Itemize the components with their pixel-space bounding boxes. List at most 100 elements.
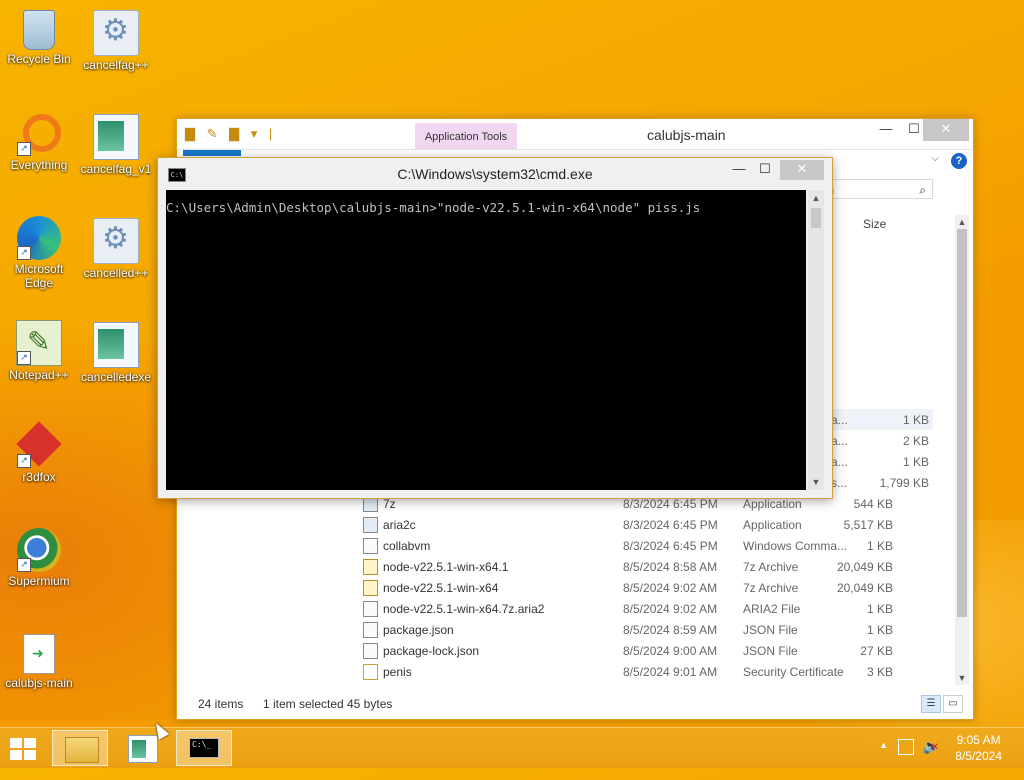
desktop-icon-label: Recycle Bin <box>7 52 71 66</box>
scroll-down-icon[interactable]: ▼ <box>808 474 824 490</box>
file-size: 1 KB <box>866 539 893 553</box>
file-name: node-v22.5.1-win-x64.1 <box>383 560 509 574</box>
desktop-icon-label: cancelled++ <box>83 266 149 280</box>
desktop-icon-r3dfox[interactable]: ↗ r3dfox <box>1 424 77 484</box>
status-item-count: 24 items <box>198 697 244 711</box>
file-name: node-v22.5.1-win-x64 <box>383 581 499 595</box>
table-row[interactable]: node-v22.5.1-win-x64.1 8/5/2024 8:58 AM … <box>177 556 937 577</box>
close-button[interactable]: ✕ <box>923 119 969 141</box>
tab-application-tools[interactable]: Application Tools <box>415 123 517 149</box>
cmd-icon: C:\_ <box>189 738 219 758</box>
file-name: node-v22.5.1-win-x64.7z.aria2 <box>383 602 545 616</box>
windows-logo-icon <box>10 738 22 748</box>
file-tab[interactable] <box>183 150 241 156</box>
desktop-icon-cancelfag-pp[interactable]: cancelfag++ <box>78 10 154 72</box>
large-icons-view-icon[interactable]: ▭ <box>943 695 963 713</box>
list-item[interactable]: a... 1 KB <box>829 409 933 430</box>
taskbar-cmd[interactable]: C:\_ <box>176 730 232 766</box>
file-date: 8/5/2024 9:00 AM <box>623 644 718 658</box>
vertical-scrollbar[interactable]: ▲ ▼ <box>808 190 824 490</box>
cmd-window[interactable]: C:\ C:\Windows\system32\cmd.exe — ☐ ✕ C:… <box>157 157 833 499</box>
taskbar-file-explorer[interactable] <box>52 730 108 766</box>
windows-logo-icon <box>24 738 36 748</box>
explorer-titlebar[interactable]: ▇ ✎ ▇ ▾ | Application Tools calubjs-main… <box>177 119 973 150</box>
cmd-titlebar[interactable]: C:\ C:\Windows\system32\cmd.exe — ☐ ✕ <box>158 158 832 188</box>
desktop-icon-cancelfag-v1[interactable]: cancelfag_v1 <box>78 114 154 176</box>
scroll-up-icon[interactable]: ▲ <box>955 215 969 229</box>
file-name: package-lock.json <box>383 644 480 658</box>
vertical-scrollbar[interactable]: ▲ ▼ <box>955 215 969 685</box>
maximize-button[interactable]: ☐ <box>750 160 780 180</box>
table-row[interactable]: collabvm 8/3/2024 6:45 PM Windows Comma.… <box>177 535 937 556</box>
file-type: Windows Comma... <box>743 539 848 553</box>
desktop-icon-label: Microsoft Edge <box>14 262 64 290</box>
chevron-down-icon[interactable]: ⌵ <box>931 153 939 164</box>
desktop-icon-label: Notepad++ <box>9 368 69 382</box>
system-tray: ▲ 🔈 ✕ 9:05 AM 8/5/2024 <box>824 728 1024 768</box>
file-icon <box>363 622 378 638</box>
file-icon <box>363 601 378 617</box>
column-header-size[interactable]: Size <box>863 217 886 231</box>
scroll-up-icon[interactable]: ▲ <box>808 190 824 206</box>
desktop-icon-label: Supermium <box>8 574 70 588</box>
network-icon[interactable] <box>898 739 914 755</box>
clock[interactable]: 9:05 AM 8/5/2024 <box>955 732 1002 764</box>
table-row[interactable]: aria2c 8/3/2024 6:45 PM Application 5,51… <box>177 514 937 535</box>
gear-app-icon <box>93 10 139 56</box>
file-size: 1 KB <box>866 602 893 616</box>
file-type: JSON File <box>743 644 798 658</box>
file-size: 20,049 KB <box>836 560 893 574</box>
close-button[interactable]: ✕ <box>780 160 824 180</box>
file-type: 7z Archive <box>743 560 799 574</box>
file-type: a... <box>831 413 848 427</box>
show-hidden-icons-icon[interactable]: ▲ <box>879 740 888 750</box>
file-name: collabvm <box>383 539 431 553</box>
desktop-icon-calubjs-main[interactable]: calubjs-main <box>1 634 77 690</box>
quick-access-toolbar[interactable]: ▇ ✎ ▇ ▾ | <box>185 126 276 142</box>
list-item[interactable]: s... 1,799 KB <box>829 472 933 493</box>
explorer-title: calubjs-main <box>647 127 726 143</box>
clock-time: 9:05 AM <box>956 733 1001 747</box>
desktop-icon-supermium[interactable]: ↗ Supermium <box>1 528 77 588</box>
table-row[interactable]: package.json 8/5/2024 8:59 AM JSON File … <box>177 619 937 640</box>
desktop-icon-label: cancelfag++ <box>83 58 149 72</box>
list-item[interactable]: a... 2 KB <box>829 430 933 451</box>
scroll-down-icon[interactable]: ▼ <box>955 671 969 685</box>
console-line: C:\Users\Admin\Desktop\calubjs-main>"nod… <box>166 200 701 215</box>
file-date: 8/5/2024 9:01 AM <box>623 665 718 679</box>
windows-logo-icon <box>10 750 22 760</box>
file-size: 5,517 KB <box>843 518 893 532</box>
table-row[interactable]: node-v22.5.1-win-x64 8/5/2024 9:02 AM 7z… <box>177 577 937 598</box>
desktop-icon-notepadpp[interactable]: ↗ Notepad++ <box>1 320 77 382</box>
document-icon <box>23 634 55 674</box>
table-row[interactable]: node-v22.5.1-win-x64.7z.aria2 8/5/2024 9… <box>177 598 937 619</box>
desktop-icon-label: Everything <box>10 158 68 172</box>
help-icon[interactable]: ? <box>951 153 967 169</box>
file-name: penis <box>383 665 412 679</box>
desktop-icon-cancelled-pp[interactable]: cancelled++ <box>78 218 154 280</box>
status-bytes: 45 bytes <box>347 697 393 711</box>
file-date: 8/5/2024 9:02 AM <box>623 581 718 595</box>
status-selected: 1 item selected <box>263 697 344 711</box>
recycle-bin-icon <box>23 10 55 50</box>
list-item[interactable]: a... 1 KB <box>829 451 933 472</box>
start-button[interactable] <box>10 738 38 760</box>
desktop-icon-cancelledexe[interactable]: cancelledexe <box>78 322 154 384</box>
minimize-button[interactable]: — <box>871 119 901 141</box>
table-row[interactable]: penis 8/5/2024 9:01 AM Security Certific… <box>177 661 937 682</box>
table-row[interactable]: package-lock.json 8/5/2024 9:00 AM JSON … <box>177 640 937 661</box>
file-size: 544 KB <box>853 497 893 511</box>
details-view-icon[interactable]: ☰ <box>921 695 941 713</box>
exe-icon <box>93 322 139 368</box>
scrollbar-thumb[interactable] <box>811 208 821 228</box>
taskbar: C:\_ ▲ 🔈 ✕ 9:05 AM 8/5/2024 <box>0 727 1024 768</box>
desktop-icon-everything[interactable]: ↗ Everything <box>1 112 77 172</box>
desktop-icon-recycle-bin[interactable]: Recycle Bin <box>1 8 77 66</box>
gear-app-icon <box>93 218 139 264</box>
volume-muted-icon[interactable]: 🔈 ✕ <box>923 738 940 755</box>
console-output[interactable]: C:\Users\Admin\Desktop\calubjs-main>"nod… <box>166 190 806 490</box>
scrollbar-thumb[interactable] <box>957 229 967 617</box>
desktop-icon-edge[interactable]: ↗ Microsoft Edge <box>1 216 77 290</box>
search-icon[interactable]: ⌕ <box>919 180 926 200</box>
file-type: a... <box>831 434 848 448</box>
